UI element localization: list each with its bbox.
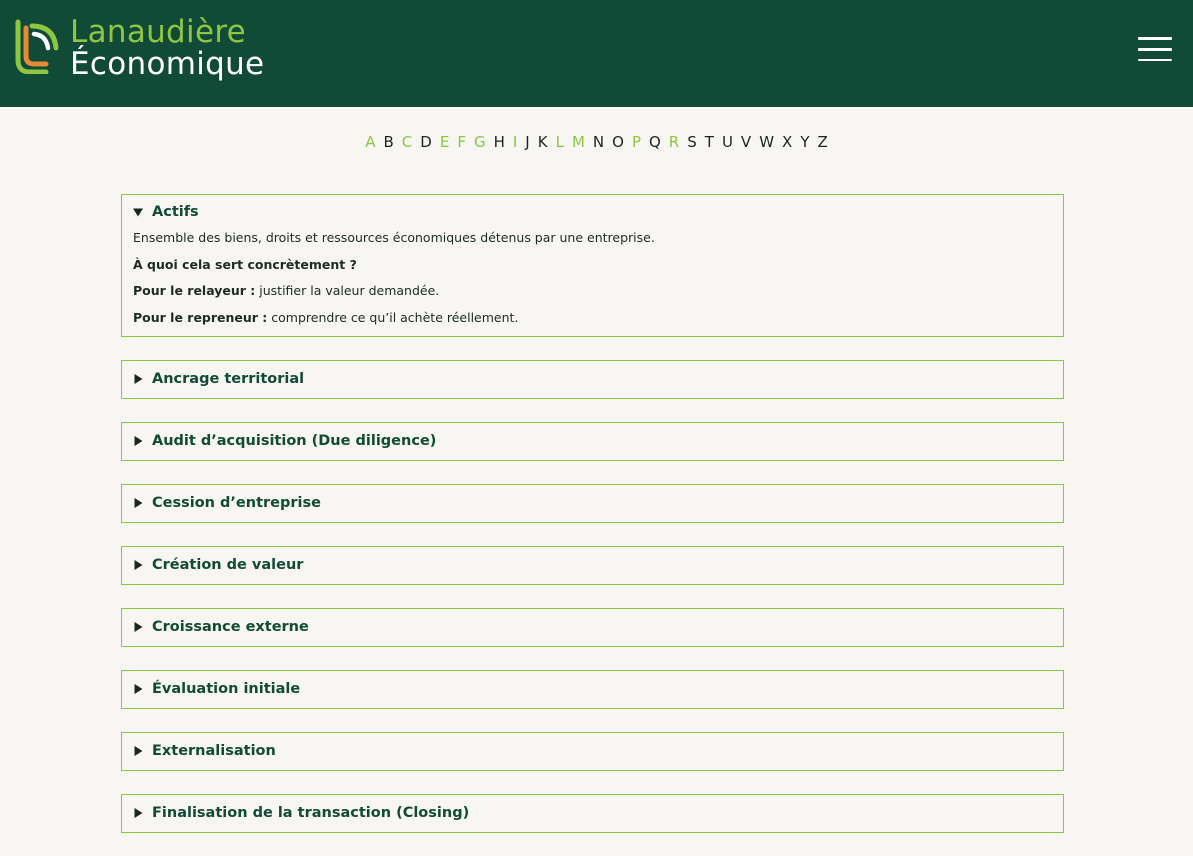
logo-text-economique: Économique xyxy=(70,46,265,82)
question-text: À quoi cela sert concrètement ? xyxy=(133,256,357,272)
alphabet-letter-h: H xyxy=(493,133,505,151)
alphabet-letter-d: D xyxy=(420,133,432,151)
glossary-item-toggle[interactable]: Création de valeur xyxy=(122,547,1063,584)
alphabet-letter-i[interactable]: I xyxy=(513,133,517,151)
glossary-item-title: Actifs xyxy=(152,204,199,220)
glossary-item-toggle[interactable]: Croissance externe xyxy=(122,609,1063,646)
relayeur-paragraph: Pour le relayeur : justifier la valeur d… xyxy=(133,282,1052,299)
alphabet-letter-y: Y xyxy=(800,133,810,151)
glossary-item-toggle[interactable]: Cession d’entreprise xyxy=(122,485,1063,522)
caret-down-icon xyxy=(133,208,143,217)
glossary-item-title: Finalisation de la transaction (Closing) xyxy=(152,805,470,821)
glossary-item: Externalisation xyxy=(121,731,1064,771)
logo-mark-icon xyxy=(15,19,59,74)
alphabet-letter-q: Q xyxy=(648,133,661,151)
glossary-item-title: Création de valeur xyxy=(152,557,304,573)
caret-right-icon xyxy=(134,560,143,570)
alphabet-letter-v: V xyxy=(740,133,752,151)
alphabet-letter-t: T xyxy=(704,133,714,151)
alphabet-letter-j: J xyxy=(525,133,530,151)
alphabet-letter-m[interactable]: M xyxy=(572,133,585,151)
alphabet-letter-u: U xyxy=(721,133,733,151)
alphabet-letter-b: B xyxy=(383,133,394,151)
repreneur-text: comprendre ce qu’il achète réellement. xyxy=(267,309,519,325)
alphabet-letter-s: S xyxy=(687,133,697,151)
glossary-item: Ancrage territorial xyxy=(121,359,1064,399)
glossary-item-toggle[interactable]: Actifs xyxy=(122,195,1063,229)
caret-right-icon xyxy=(134,684,143,694)
glossary-list: Actifs Ensemble des biens, droits et res… xyxy=(121,194,1064,856)
alphabet-letter-g[interactable]: G xyxy=(474,133,486,151)
alphabet-letter-a[interactable]: A xyxy=(365,133,375,151)
caret-right-icon xyxy=(134,498,143,508)
repreneur-paragraph: Pour le repreneur : comprendre ce qu’il … xyxy=(133,309,1052,326)
logo-text-lanaudiere: Lanaudière xyxy=(70,14,247,50)
glossary-item-title: Évaluation initiale xyxy=(152,681,301,697)
alphabet-letter-p[interactable]: P xyxy=(632,133,641,151)
glossary-item-title: Externalisation xyxy=(152,743,276,759)
alphabet-letter-f[interactable]: F xyxy=(457,133,466,151)
caret-right-icon xyxy=(134,622,143,632)
glossary-item-toggle[interactable]: Ancrage territorial xyxy=(122,361,1063,398)
relayeur-text: justifier la valeur demandée. xyxy=(255,283,440,298)
glossary-item-title: Croissance externe xyxy=(152,619,309,635)
hamburger-menu-icon[interactable] xyxy=(1138,37,1172,61)
glossary-item-actifs: Actifs Ensemble des biens, droits et res… xyxy=(121,194,1064,337)
repreneur-label: Pour le repreneur : xyxy=(133,309,268,325)
glossary-item-title: Cession d’entreprise xyxy=(152,495,321,511)
site-logo[interactable]: Lanaudière Économique xyxy=(12,14,272,84)
alphabet-letter-x: X xyxy=(782,133,793,151)
caret-right-icon xyxy=(134,746,143,756)
glossary-item-title: Audit d’acquisition (Due diligence) xyxy=(152,433,437,449)
glossary-item-toggle[interactable]: Externalisation xyxy=(122,733,1063,770)
alphabet-letter-e[interactable]: E xyxy=(440,133,449,151)
alphabet-letter-w: W xyxy=(759,133,775,151)
alphabet-letter-z: Z xyxy=(817,133,828,151)
glossary-item: Cession d’entreprise xyxy=(121,483,1064,523)
alphabet-letter-n: N xyxy=(592,133,605,151)
caret-right-icon xyxy=(134,808,143,818)
glossary-item-content: Ensemble des biens, droits et ressources… xyxy=(122,229,1063,336)
glossary-item: Création de valeur xyxy=(121,545,1064,585)
caret-right-icon xyxy=(134,374,143,384)
glossary-item-toggle[interactable]: Audit d’acquisition (Due diligence) xyxy=(122,423,1063,460)
site-header: Lanaudière Économique xyxy=(0,0,1193,107)
glossary-item: Finalisation de la transaction (Closing) xyxy=(121,793,1064,833)
alphabet-letter-o: O xyxy=(612,133,624,151)
alphabet-nav: ABCDEFGHIJKLMNOPQRSTUVWXYZ xyxy=(0,130,1193,154)
relayeur-label: Pour le relayeur : xyxy=(133,283,256,298)
glossary-item: Croissance externe xyxy=(121,607,1064,647)
caret-right-icon xyxy=(134,436,143,446)
alphabet-letter-l[interactable]: L xyxy=(556,133,564,151)
glossary-item-toggle[interactable]: Finalisation de la transaction (Closing) xyxy=(122,795,1063,832)
glossary-item-title: Ancrage territorial xyxy=(152,371,305,387)
alphabet-letter-c[interactable]: C xyxy=(402,133,412,151)
alphabet-letter-r[interactable]: R xyxy=(669,133,679,151)
alphabet-letter-k: K xyxy=(537,133,548,151)
glossary-item: Évaluation initiale xyxy=(121,669,1064,709)
glossary-item-toggle[interactable]: Évaluation initiale xyxy=(122,671,1063,708)
glossary-item: Audit d’acquisition (Due diligence) xyxy=(121,421,1064,461)
definition-text: Ensemble des biens, droits et ressources… xyxy=(133,230,655,245)
